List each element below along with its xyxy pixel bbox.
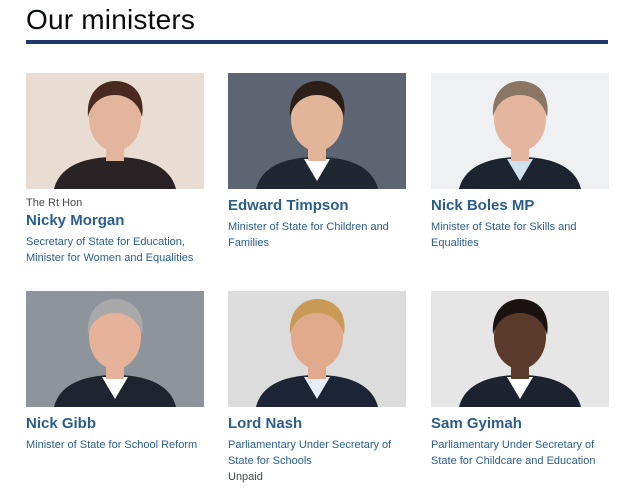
minister-card: Sam Gyimah Parliamentary Under Secretary…: [431, 291, 611, 469]
minister-card: Edward Timpson Minister of State for Chi…: [228, 73, 408, 251]
portrait-image: [431, 73, 609, 189]
minister-photo[interactable]: [228, 291, 406, 407]
minister-photo[interactable]: [228, 73, 406, 189]
minister-name-link[interactable]: Edward Timpson: [228, 197, 408, 215]
page-title: Our ministers: [26, 4, 196, 35]
minister-name-link[interactable]: Lord Nash: [228, 415, 408, 433]
minister-name-link[interactable]: Sam Gyimah: [431, 415, 611, 433]
minister-card: The Rt Hon Nicky Morgan Secretary of Sta…: [26, 73, 206, 266]
minister-role-link[interactable]: Minister of State for Children and Famil…: [228, 219, 408, 251]
portrait-image: [228, 291, 406, 407]
minister-name-link[interactable]: Nick Boles MP: [431, 197, 611, 215]
minister-role-link[interactable]: Minister of State for School Reform: [26, 437, 206, 453]
minister-photo[interactable]: [26, 73, 204, 189]
minister-name-link[interactable]: Nicky Morgan: [26, 212, 206, 230]
portrait-image: [431, 291, 609, 407]
minister-role-link[interactable]: Minister of State for Skills and Equalit…: [431, 219, 611, 251]
minister-role-link[interactable]: Parliamentary Under Secretary of State f…: [431, 437, 611, 469]
portrait-image: [26, 291, 204, 407]
title-rule: [26, 40, 608, 44]
minister-note: Unpaid: [228, 471, 263, 483]
minister-honorific: The Rt Hon: [26, 197, 83, 209]
minister-role-link[interactable]: Secretary of State for Education, Minist…: [26, 234, 206, 266]
portrait-image: [228, 73, 406, 189]
minister-name-link[interactable]: Nick Gibb: [26, 415, 206, 433]
minister-photo[interactable]: [431, 291, 609, 407]
minister-card: Nick Boles MP Minister of State for Skil…: [431, 73, 611, 251]
minister-role-link[interactable]: Parliamentary Under Secretary of State f…: [228, 437, 408, 469]
minister-card: Lord Nash Parliamentary Under Secretary …: [228, 291, 408, 485]
minister-photo[interactable]: [26, 291, 204, 407]
portrait-image: [26, 73, 204, 189]
minister-card: Nick Gibb Minister of State for School R…: [26, 291, 206, 453]
minister-photo[interactable]: [431, 73, 609, 189]
